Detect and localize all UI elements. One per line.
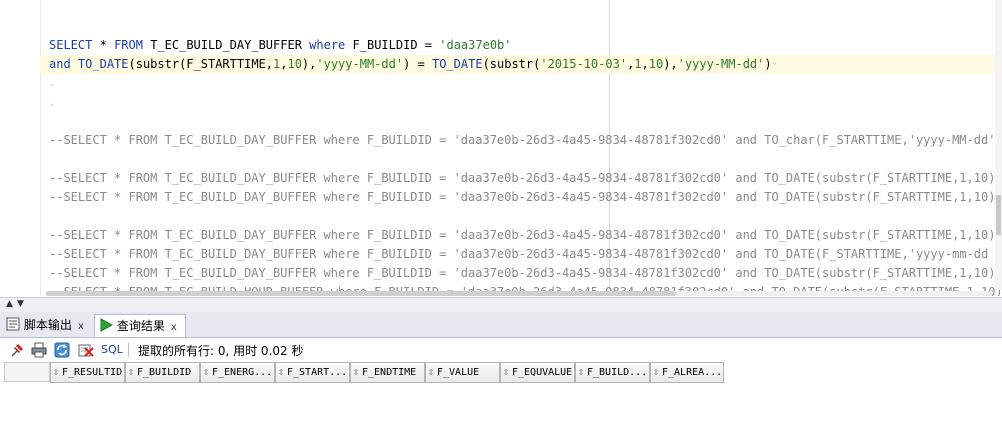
editor-gutter bbox=[0, 0, 41, 296]
fetch-status-text: 提取的所有行: 0, 用时 0.02 秒 bbox=[138, 344, 304, 358]
tab-label: 脚本输出 bbox=[23, 318, 72, 332]
number-literal: 1 bbox=[634, 57, 642, 71]
sort-icon: ⇕ bbox=[502, 368, 510, 377]
code-token: , bbox=[641, 57, 649, 71]
print-icon[interactable] bbox=[31, 342, 47, 358]
column-label: F_ENDTIME bbox=[362, 367, 417, 378]
column-header[interactable]: ⇕ F_ENDTIME bbox=[350, 362, 425, 383]
code-token: ), bbox=[663, 57, 678, 71]
result-grid[interactable]: ⇕ F_RESULTID ⇕ F_BUILDID ⇕ F_ENERG... ⇕ F_ST… bbox=[0, 362, 1002, 429]
column-header[interactable]: ⇕ F_EQUVALUE bbox=[500, 362, 575, 383]
string-literal: 'yyyy-MM-dd' bbox=[677, 57, 765, 71]
column-header[interactable]: ⇕ F_ENERG... bbox=[200, 362, 275, 383]
code-token: ) bbox=[764, 57, 772, 71]
column-label: F_BUILD... bbox=[587, 367, 648, 378]
sort-icon: ⇕ bbox=[277, 368, 285, 377]
result-tab-bar: 脚本输出 x 查询结果 x bbox=[0, 312, 1002, 338]
token-field: F_BUILDID bbox=[352, 38, 418, 52]
column-header[interactable]: ⇕ F_BUILD... bbox=[575, 362, 650, 383]
grid-corner[interactable] bbox=[4, 362, 50, 382]
close-icon[interactable]: x bbox=[171, 322, 177, 333]
close-icon[interactable]: x bbox=[78, 321, 84, 332]
column-header[interactable]: ⇕ F_START... bbox=[275, 362, 350, 383]
comment-line[interactable]: --SELECT * FROM T_EC_BUILD_DAY_BUFFER wh… bbox=[49, 169, 1002, 188]
vertical-scroll-thumb[interactable] bbox=[996, 195, 1001, 235]
column-label: F_RESULTID bbox=[62, 367, 123, 378]
comment-line[interactable]: --SELECT * FROM T_EC_BUILD_DAY_BUFFER wh… bbox=[49, 226, 1002, 245]
sort-icon: ⇕ bbox=[52, 368, 60, 377]
column-label: F_BUILDID bbox=[137, 367, 192, 378]
code-token: (substr(F_STARTTIME, bbox=[128, 57, 274, 71]
column-header[interactable]: ⇕ F_VALUE bbox=[425, 362, 500, 383]
token-star: * bbox=[99, 38, 107, 52]
refresh-icon[interactable] bbox=[54, 342, 70, 358]
keyword-from: FROM bbox=[114, 38, 143, 52]
column-label: F_VALUE bbox=[437, 367, 480, 378]
collapse-up-icon[interactable]: ▲ bbox=[6, 299, 13, 309]
horizontal-scroll-thumb[interactable] bbox=[46, 291, 676, 296]
keyword-where: where bbox=[309, 38, 346, 52]
run-query-icon bbox=[100, 318, 114, 332]
keyword-and: and bbox=[49, 57, 71, 71]
number-literal: 10 bbox=[648, 57, 664, 71]
sort-icon: ⇕ bbox=[577, 368, 585, 377]
toolbar-separator bbox=[128, 343, 129, 357]
token-table: T_EC_BUILD_DAY_BUFFER bbox=[150, 38, 302, 52]
sort-icon: ⇕ bbox=[202, 368, 210, 377]
string-literal: '2015-10-03' bbox=[540, 57, 628, 71]
comment-line[interactable]: --SELECT * FROM T_EC_BUILD_DAY_BUFFER wh… bbox=[49, 264, 1002, 283]
column-header[interactable]: ⇕ F_ALREA... bbox=[650, 362, 724, 383]
function-to-date: TO_DATE bbox=[77, 57, 129, 71]
sql-button[interactable]: SQL bbox=[101, 343, 123, 356]
grid-header: ⇕ F_RESULTID ⇕ F_BUILDID ⇕ F_ENERG... ⇕ F_ST… bbox=[4, 362, 724, 383]
token-equals: = bbox=[424, 38, 433, 52]
sort-icon: ⇕ bbox=[427, 368, 435, 377]
column-header[interactable]: ⇕ F_BUILDID bbox=[125, 362, 200, 383]
pin-icon[interactable] bbox=[9, 342, 25, 358]
script-output-icon bbox=[6, 317, 20, 331]
empty-line-marker: ᵕ bbox=[49, 101, 56, 112]
clear-icon[interactable] bbox=[78, 342, 94, 358]
comment-line[interactable]: --SELECT * FROM T_EC_BUILD_DAY_BUFFER wh… bbox=[49, 188, 1002, 207]
column-label: F_ENERG... bbox=[212, 367, 273, 378]
keyword-select: SELECT bbox=[49, 38, 93, 52]
empty-line-marker: ᵕ bbox=[49, 81, 56, 92]
tab-label: 查询结果 bbox=[116, 319, 165, 333]
string-literal: 'daa37e0b' bbox=[439, 38, 512, 52]
comment-line[interactable]: --SELECT * FROM T_EC_BUILD_DAY_BUFFER wh… bbox=[49, 131, 1002, 150]
vertical-scrollbar[interactable] bbox=[995, 0, 1002, 290]
code-line-current[interactable]: and TO_DATE(substr(F_STARTTIME,1,10),'yy… bbox=[40, 55, 1002, 74]
column-header[interactable]: ⇕ F_RESULTID bbox=[50, 362, 125, 383]
tab-script-output[interactable]: 脚本输出 x bbox=[4, 314, 90, 336]
column-label: F_ALREA... bbox=[662, 367, 723, 378]
column-label: F_START... bbox=[287, 367, 348, 378]
sql-editor[interactable]: SELECT * FROM T_EC_BUILD_DAY_BUFFER wher… bbox=[0, 0, 1002, 296]
column-label: F_EQUVALUE bbox=[512, 367, 573, 378]
code-token: ) = bbox=[403, 57, 432, 71]
result-toolbar: SQL 提取的所有行: 0, 用时 0.02 秒 bbox=[0, 338, 1002, 362]
number-literal: 10 bbox=[287, 57, 302, 71]
code-line-select[interactable]: SELECT * FROM T_EC_BUILD_DAY_BUFFER wher… bbox=[49, 36, 512, 55]
pane-splitter[interactable]: ▲ ▼ bbox=[0, 297, 1002, 313]
collapse-down-icon[interactable]: ▼ bbox=[17, 299, 24, 309]
sort-icon: ⇕ bbox=[652, 368, 660, 377]
comment-line[interactable]: --SELECT * FROM T_EC_BUILD_DAY_BUFFER wh… bbox=[49, 245, 1002, 264]
string-literal: 'yyyy-MM-dd' bbox=[316, 57, 404, 71]
sort-icon: ⇕ bbox=[352, 368, 360, 377]
horizontal-scrollbar[interactable] bbox=[46, 291, 992, 296]
code-token: ), bbox=[301, 57, 317, 71]
code-token: (substr( bbox=[482, 57, 541, 71]
tab-query-result[interactable]: 查询结果 x bbox=[94, 314, 186, 337]
sort-icon: ⇕ bbox=[127, 368, 135, 377]
function-to-date: TO_DATE bbox=[431, 57, 483, 71]
whitespace-marker: ᵕ bbox=[771, 60, 778, 71]
